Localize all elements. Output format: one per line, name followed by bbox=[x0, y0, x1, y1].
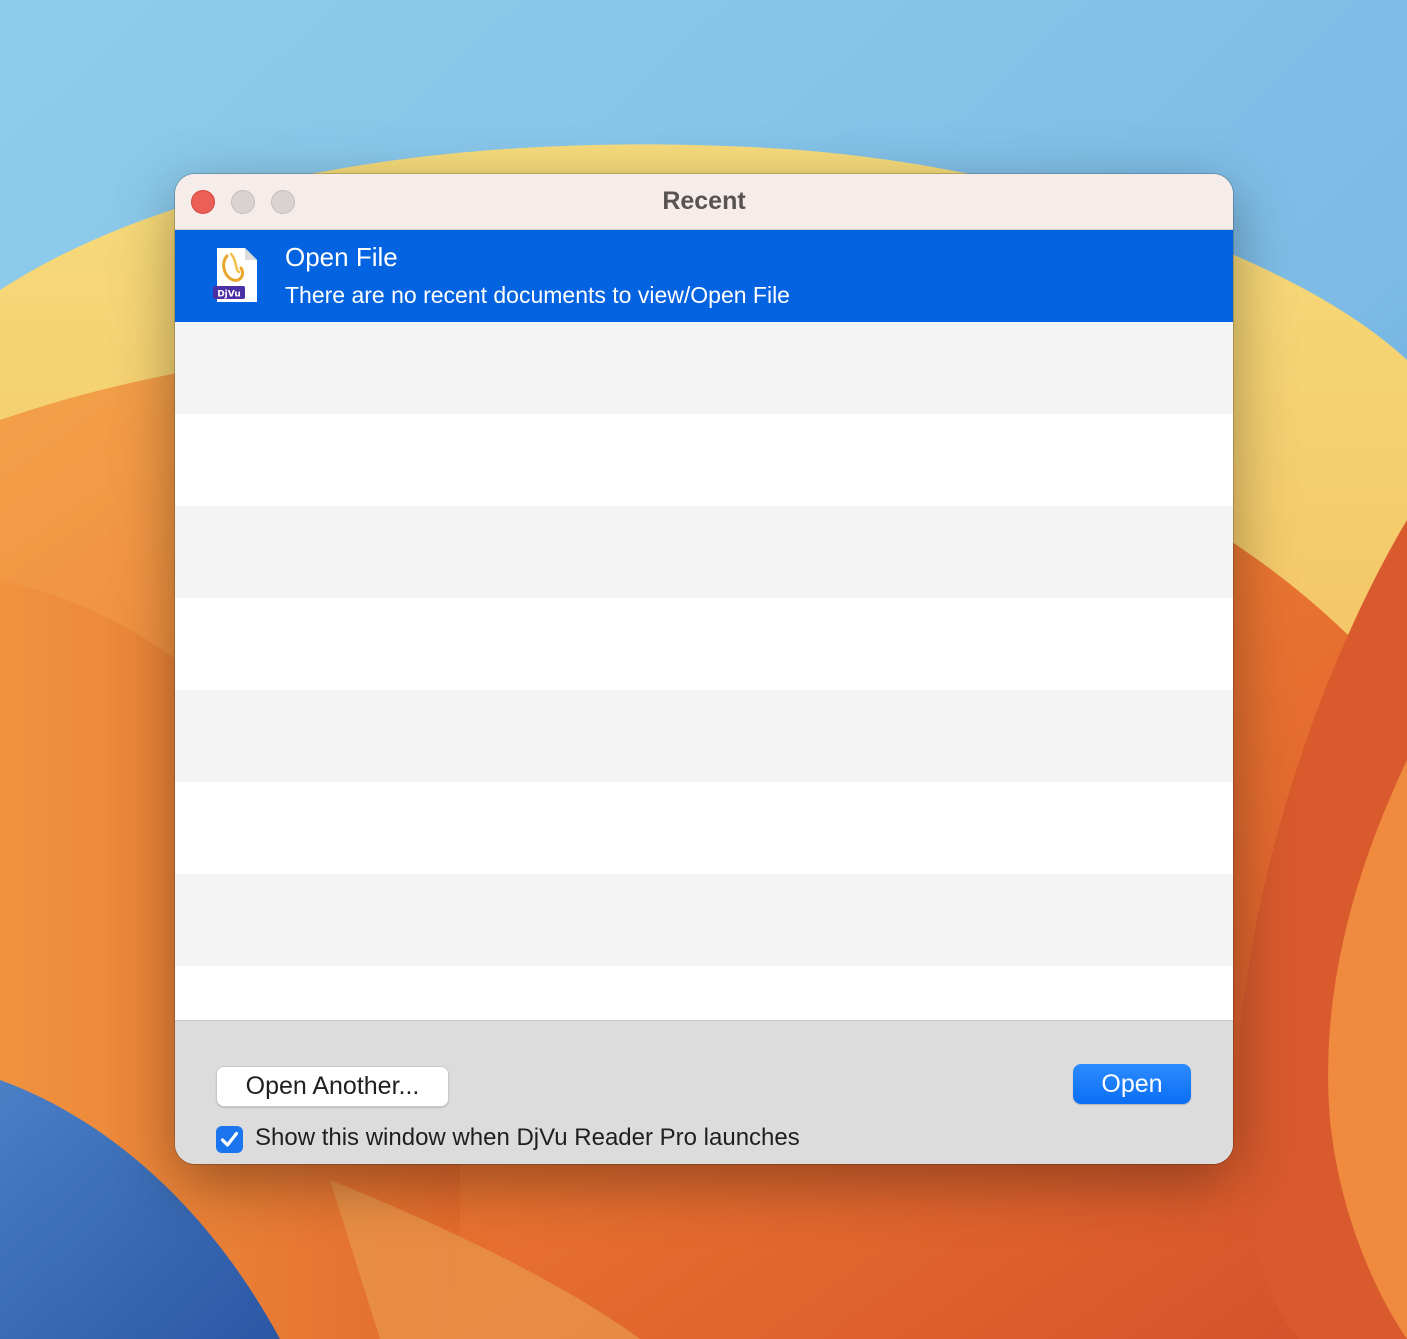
djvu-badge-text: DjVu bbox=[217, 290, 241, 300]
empty-list-row bbox=[175, 322, 1233, 414]
window-title: Recent bbox=[662, 187, 746, 215]
recent-documents-list[interactable]: DjVu Open File There are no recent docum… bbox=[175, 230, 1233, 1020]
empty-list-row bbox=[175, 598, 1233, 690]
empty-list-row bbox=[175, 782, 1233, 874]
window-footer: Open Another... Open Show this window wh… bbox=[175, 1020, 1233, 1164]
list-item[interactable]: DjVu Open File There are no recent docum… bbox=[175, 230, 1233, 322]
empty-list-row bbox=[175, 690, 1233, 782]
empty-list-row bbox=[175, 874, 1233, 966]
list-item-subtitle: There are no recent documents to view/Op… bbox=[285, 282, 790, 308]
empty-list-row bbox=[175, 966, 1233, 1020]
empty-list-row bbox=[175, 506, 1233, 598]
show-on-launch-label[interactable]: Show this window when DjVu Reader Pro la… bbox=[255, 1124, 800, 1152]
show-on-launch-checkbox[interactable] bbox=[216, 1126, 243, 1153]
open-button[interactable]: Open bbox=[1073, 1064, 1191, 1104]
title-bar[interactable]: Recent bbox=[175, 174, 1233, 230]
recent-window: Recent DjVu Open File There are no recen… bbox=[175, 174, 1233, 1164]
empty-list-row bbox=[175, 414, 1233, 506]
list-item-title: Open File bbox=[285, 242, 398, 272]
open-another-button[interactable]: Open Another... bbox=[216, 1066, 449, 1107]
djvu-file-icon: DjVu bbox=[213, 248, 257, 302]
checkmark-icon bbox=[220, 1131, 239, 1147]
